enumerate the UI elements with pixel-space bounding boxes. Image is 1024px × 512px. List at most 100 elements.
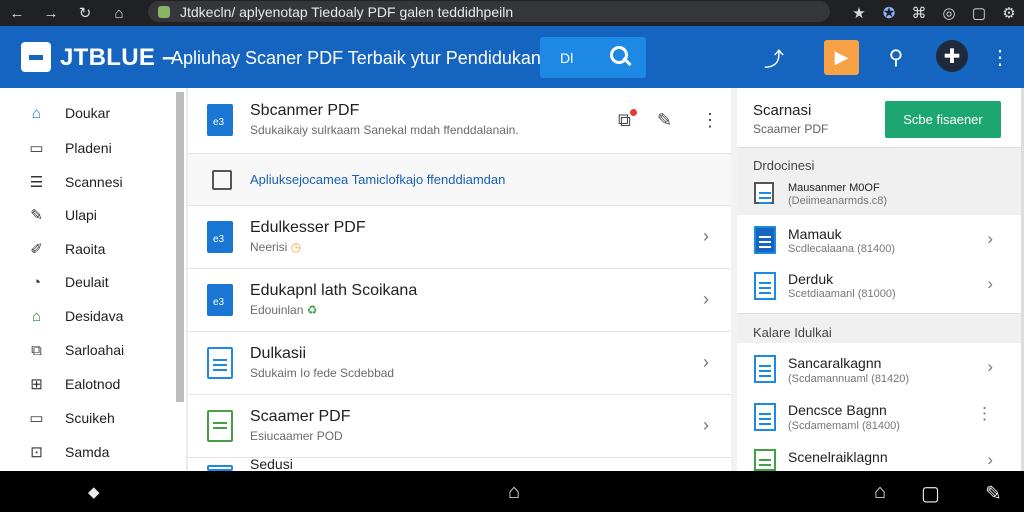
- sidebar-item-label: Sarloahai: [65, 342, 125, 358]
- sidebar-item-ealotnod[interactable]: ⊞ Ealotnod: [0, 368, 172, 400]
- back-icon[interactable]: ←: [0, 0, 34, 26]
- address-bar[interactable]: Jtdkecln/ aplyenotap Tiedoaly PDF galen …: [148, 1, 830, 22]
- section-title: Drdocinesi: [753, 158, 815, 173]
- more-options-icon[interactable]: ⋮: [976, 404, 993, 424]
- bookmark-star-icon[interactable]: ★: [844, 0, 874, 26]
- overview-square-icon[interactable]: ▢: [921, 481, 940, 506]
- item-title: Derduk: [788, 271, 834, 287]
- chevron-right-icon[interactable]: ›: [703, 352, 709, 373]
- panel-header: Scarnasi Scaamer PDF Scbe fisaener: [737, 88, 1021, 148]
- orange-app-icon[interactable]: ▶: [824, 40, 859, 75]
- list-item[interactable]: Scaamer PDF Esiucaamer POD ›: [188, 395, 731, 458]
- save-icon[interactable]: ⧉: [618, 110, 631, 131]
- info-banner[interactable]: Apliuksejocamea Tamiclofkajo ffenddiamda…: [188, 154, 731, 206]
- extension-icon[interactable]: ✪: [874, 0, 904, 26]
- list-item[interactable]: Edukapnl lath Scoikana Edouinlan ♻ ›: [188, 269, 731, 332]
- featured-scan[interactable]: Mausanmer M0OF (Deiimeanarmds.c8): [737, 176, 1021, 213]
- item-title: Mamauk: [788, 226, 842, 242]
- chevron-right-icon[interactable]: ›: [703, 415, 709, 436]
- share-icon[interactable]: ⤴: [757, 40, 791, 74]
- sidebar-item-label: Deulait: [65, 274, 109, 290]
- sidebar-item-desidava[interactable]: ⌂ Desidava: [0, 300, 172, 332]
- sidebar-item-samda[interactable]: ⊡ Samda: [0, 436, 172, 468]
- list-item[interactable]: Sedusi: [188, 456, 731, 479]
- minus-icon: ▭: [29, 410, 44, 427]
- sidebar-item-sarloahai[interactable]: ⧉ Sarloahai: [0, 334, 172, 366]
- chevron-right-icon[interactable]: ›: [987, 357, 993, 377]
- scan-icon: ⊡: [30, 444, 43, 461]
- system-nav-bar: ◆ ⌂ ⌂ ▢ ✎: [0, 471, 1024, 512]
- browser-actions: ★ ✪ ⌘ ◎ ▢ ⚙: [844, 0, 1024, 26]
- sidebar-item-scuikeh[interactable]: ▭ Scuikeh: [0, 402, 172, 434]
- document-icon: [754, 355, 776, 383]
- sidebar-item-pladeni[interactable]: ▭ Pladeni: [0, 132, 172, 164]
- chevron-right-icon[interactable]: ›: [987, 274, 993, 294]
- item-title: Edukapnl lath Scoikana: [250, 282, 418, 299]
- clipboard-icon: [212, 170, 232, 190]
- app-tagline: Apliuhay Scaner PDF Terbaik ytur Pendidu…: [171, 48, 541, 68]
- home-icon: ⌂: [31, 104, 42, 122]
- app-logo-icon: [21, 42, 51, 72]
- search-button[interactable]: Dl: [540, 37, 646, 78]
- more-menu-icon[interactable]: ⋮: [983, 40, 1017, 74]
- item-subtitle: Neerisi ◷: [250, 240, 302, 254]
- item-subtitle: (Scdamannuaml (81420): [788, 373, 910, 385]
- window-icon[interactable]: ▢: [964, 0, 994, 26]
- sidebar-item-ulapi[interactable]: ✎ Ulapi: [0, 199, 172, 231]
- forward-icon[interactable]: →: [34, 0, 68, 26]
- sidebar-item-label: Samda: [65, 444, 110, 460]
- key-icon[interactable]: ⚲: [879, 40, 913, 74]
- search-label: Dl: [560, 49, 574, 66]
- green-document-icon: [207, 410, 233, 442]
- featured-subtitle: (Deiimeanarmds.c8): [788, 195, 888, 207]
- list-header-subtitle: Sdukaikaiy sulrkaam Sanekal mdah ffendda…: [250, 123, 519, 137]
- chevron-right-icon[interactable]: ›: [703, 289, 709, 310]
- item-subtitle: Edouinlan ♻: [250, 303, 318, 317]
- edit-icon[interactable]: ✎: [657, 110, 672, 131]
- notification-dot: [630, 109, 637, 116]
- item-title: Sedusi: [250, 456, 293, 469]
- sidebar-item-raoita[interactable]: ✐ Raoita: [0, 233, 172, 265]
- pen-tool-icon[interactable]: ✎: [985, 481, 1002, 506]
- sidebar-item-doukar[interactable]: ⌂ Doukar: [0, 97, 172, 129]
- home-icon[interactable]: ⌂: [102, 0, 136, 26]
- more-options-icon[interactable]: ⋮: [701, 110, 719, 131]
- chevron-right-icon[interactable]: ›: [987, 229, 993, 249]
- scan-button[interactable]: Scbe fisaener: [885, 101, 1001, 138]
- scan-panel: Scarnasi Scaamer PDF Scbe fisaener Drdoc…: [737, 88, 1021, 471]
- banner-text: Apliuksejocamea Tamiclofkajo ffenddiamda…: [250, 172, 506, 187]
- item-subtitle: Scetdiaamanl (81000): [788, 288, 896, 300]
- pdf-file-icon: [207, 221, 233, 253]
- site-icon: [158, 5, 170, 18]
- app-header: JTBLUE – Apliuhay Scaner PDF Terbaik ytu…: [0, 26, 1024, 88]
- chevron-right-icon[interactable]: ›: [703, 226, 709, 247]
- list-header-row[interactable]: Sbcanmer PDF Sdukaikaiy sulrkaam Sanekal…: [188, 88, 731, 154]
- list-item[interactable]: Edulkesser PDF Neerisi ◷ ›: [188, 206, 731, 269]
- item-title: Sancaralkagnn: [788, 355, 882, 371]
- puzzle-icon[interactable]: ✚: [936, 40, 968, 72]
- item-subtitle: (Scdamemaml (81400): [788, 420, 900, 432]
- item-subtitle: Scdlecalaana (81400): [788, 243, 896, 255]
- green-document-icon: [754, 449, 776, 471]
- settings-icon[interactable]: ⚙: [994, 0, 1024, 26]
- pin-icon[interactable]: ⌘: [904, 0, 934, 26]
- sync-icon: ♻: [306, 303, 318, 317]
- item-title: Scaamer PDF: [250, 408, 351, 425]
- app-brand: JTBLUE –: [60, 44, 176, 71]
- pdf-file-icon: [207, 104, 233, 136]
- document-icon: [754, 403, 776, 431]
- clock-icon: ◷: [290, 240, 302, 254]
- document-icon: ▭: [29, 140, 44, 157]
- sidebar-item-deulait[interactable]: ◔ Deulait: [0, 266, 172, 298]
- clock-icon[interactable]: ◎: [934, 0, 964, 26]
- list-item[interactable]: Dulkasii Sdukaim Io fede Scdebbad ›: [188, 332, 731, 395]
- home-icon[interactable]: ⌂: [874, 481, 886, 504]
- reload-icon[interactable]: ↻: [68, 0, 102, 26]
- diamond-icon[interactable]: ◆: [88, 483, 100, 501]
- list-header-title: Sbcanmer PDF: [250, 102, 360, 119]
- home-icon[interactable]: ⌂: [508, 481, 520, 504]
- chevron-right-icon[interactable]: ›: [987, 450, 993, 470]
- browser-toolbar: ← → ↻ ⌂ Jtdkecln/ aplyenotap Tiedoaly PD…: [0, 0, 1024, 26]
- sidebar-item-scannesi[interactable]: ☰ Scannesi: [0, 166, 172, 198]
- sidebar-scrollbar[interactable]: [176, 92, 184, 402]
